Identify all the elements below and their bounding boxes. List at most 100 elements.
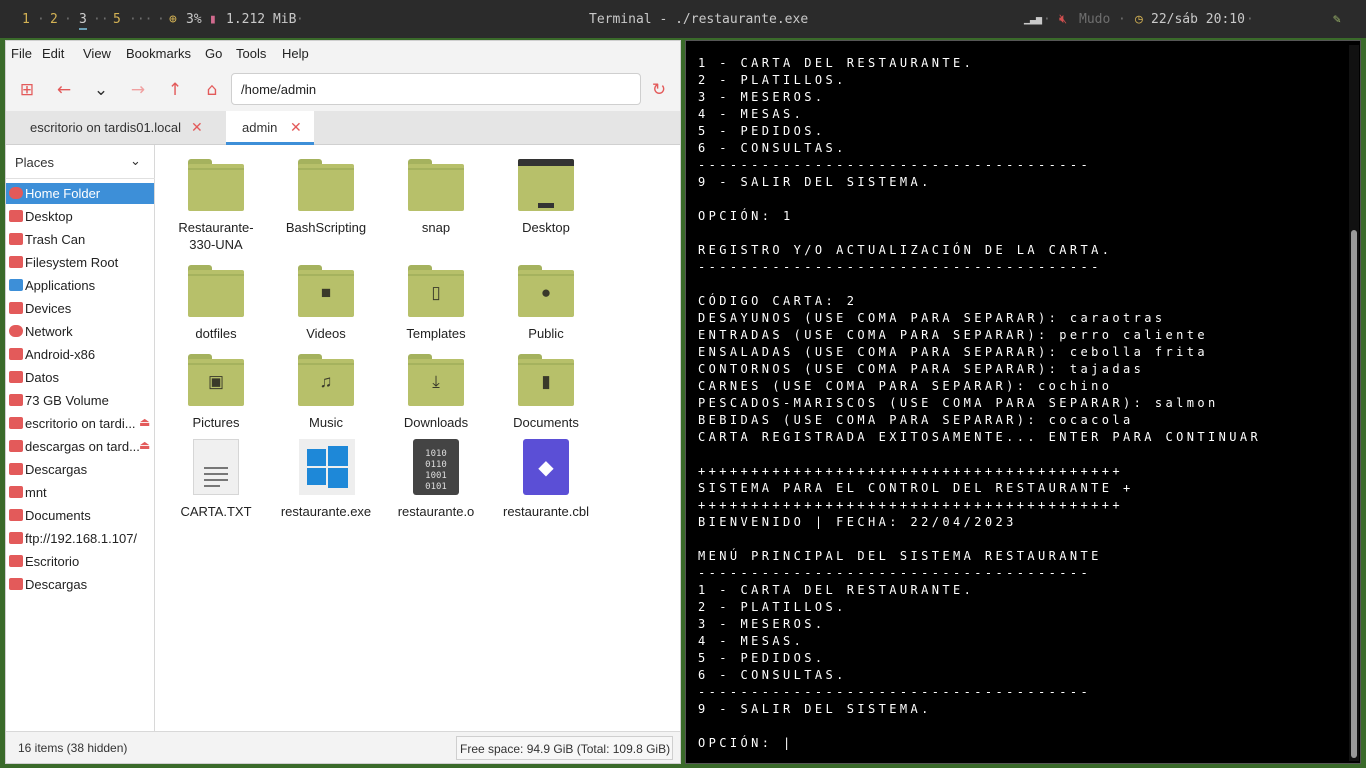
workspace-separator: · <box>64 12 72 27</box>
file-item[interactable]: ▮ Documents <box>491 350 601 450</box>
sidebar-item[interactable]: Descargas <box>6 574 154 595</box>
tab-escritorio[interactable]: escritorio on tardis01.local ✕ <box>6 111 224 145</box>
terminal-line: ++++++++++++++++++++++++++++++++++++++++ <box>698 498 1123 512</box>
scrollbar-thumb[interactable] <box>1351 230 1357 758</box>
menu-edit[interactable]: Edit <box>42 46 64 61</box>
history-chevron-icon[interactable]: ⌄ <box>90 79 112 101</box>
up-arrow-icon[interactable]: ↑ <box>164 79 186 101</box>
paperclip-icon[interactable]: ✎ <box>1333 12 1341 27</box>
places-sidebar: Places ⌄ Home Folder Desktop Trash Can File… <box>6 145 155 731</box>
terminal-line: CONTORNOS (USE COMA PARA SEPARAR): tajad… <box>698 362 1145 376</box>
menu-go[interactable]: Go <box>205 46 222 61</box>
sidebar-item[interactable]: mnt <box>6 482 154 503</box>
places-header[interactable]: Places ⌄ <box>6 145 155 179</box>
file-item[interactable]: ♫ Music <box>271 350 381 450</box>
file-item[interactable]: CARTA.TXT <box>161 439 271 539</box>
chevron-down-icon[interactable]: ⌄ <box>130 153 141 169</box>
drive-icon <box>9 348 23 360</box>
back-arrow-icon[interactable]: ← <box>53 79 75 101</box>
forward-arrow-icon[interactable]: → <box>127 79 149 101</box>
drive-icon <box>9 371 23 383</box>
file-item[interactable]: ■ Videos <box>271 261 381 361</box>
file-item[interactable]: ◆ restaurante.cbl <box>491 439 601 539</box>
sidebar-item[interactable]: Desktop <box>6 206 154 227</box>
sidebar-item[interactable]: descargas on tard... ⏏ <box>6 436 154 457</box>
file-item[interactable]: ⤓ Downloads <box>381 350 491 450</box>
file-item[interactable]: restaurante.exe <box>271 439 381 539</box>
close-tab-icon[interactable]: ✕ <box>290 119 302 136</box>
sidebar-item[interactable]: Android-x86 <box>6 344 154 365</box>
terminal-output[interactable]: 1 - CARTA DEL RESTAURANTE. 2 - PLATILLOS.… <box>698 55 1338 759</box>
sidebar-item[interactable]: Datos <box>6 367 154 388</box>
sidebar-item-label: ftp://192.168.1.107/ <box>25 531 138 546</box>
address-bar[interactable]: /home/admin <box>231 73 641 105</box>
menu-file[interactable]: File <box>11 46 32 61</box>
workspace-1[interactable]: 1 <box>22 12 30 27</box>
file-item[interactable]: Desktop <box>491 155 601 255</box>
terminal-line: 3 - MESEROS. <box>698 90 826 104</box>
menu-bookmarks[interactable]: Bookmarks <box>126 46 191 61</box>
tab-bar: escritorio on tardis01.local ✕ admin ✕ <box>6 111 680 145</box>
file-item[interactable]: Restaurante-330-UNA <box>161 155 271 255</box>
sidebar-item[interactable]: Home Folder <box>6 183 154 204</box>
tab-admin[interactable]: admin ✕ <box>226 111 314 145</box>
file-item[interactable]: snap <box>381 155 491 255</box>
top-panel: 1 · 2 · 3 ·· 5 ··· · ⊕ 3% ▮ 1.212 MiB · … <box>0 0 1366 38</box>
sidebar-item[interactable]: 73 GB Volume <box>6 390 154 411</box>
close-tab-icon[interactable]: ✕ <box>191 119 203 136</box>
file-item[interactable]: BashScripting <box>271 155 381 255</box>
tab-label: admin <box>242 120 278 135</box>
workspace-5[interactable]: 5 <box>113 12 121 27</box>
file-item[interactable]: ▣ Pictures <box>161 350 271 450</box>
terminal-line: 1 - CARTA DEL RESTAURANTE. <box>698 583 975 597</box>
status-bar: 16 items (38 hidden) Free space: 94.9 Gi… <box>6 731 680 763</box>
sidebar-item[interactable]: Applications <box>6 275 154 296</box>
file-item[interactable]: dotfiles <box>161 261 271 361</box>
terminal-window[interactable]: 1 - CARTA DEL RESTAURANTE. 2 - PLATILLOS.… <box>685 40 1361 764</box>
sidebar-item[interactable]: escritorio on tardi... ⏏ <box>6 413 154 434</box>
eject-icon[interactable]: ⏏ <box>139 438 150 452</box>
music-folder-icon: ♫ <box>298 354 354 406</box>
places-title: Places <box>15 155 55 170</box>
desktop-folder-icon <box>518 159 574 211</box>
sidebar-item[interactable]: Filesystem Root <box>6 252 154 273</box>
sidebar-item[interactable]: Escritorio <box>6 551 154 572</box>
folder-icon <box>9 509 23 521</box>
sidebar-item[interactable]: Documents <box>6 505 154 526</box>
sidebar-item[interactable]: ftp://192.168.1.107/ <box>6 528 154 549</box>
home-icon[interactable]: ⌂ <box>201 79 223 101</box>
file-item[interactable]: 1010 0110 1001 0101 restaurante.o <box>381 439 491 539</box>
terminal-line: CARNES (USE COMA PARA SEPARAR): cochino <box>698 379 1113 393</box>
sidebar-item-label: escritorio on tardi... <box>25 416 136 431</box>
sidebar-item[interactable]: Devices <box>6 298 154 319</box>
tab-label: escritorio on tardis01.local <box>30 120 182 135</box>
terminal-scrollbar[interactable] <box>1349 45 1359 761</box>
memory-icon: ▮ <box>209 12 217 27</box>
memory-usage: 1.212 MiB <box>226 12 297 27</box>
file-item[interactable]: ▯ Templates <box>381 261 491 361</box>
eject-icon[interactable]: ⏏ <box>139 415 150 429</box>
workspace-2[interactable]: 2 <box>50 12 58 27</box>
sidebar-item[interactable]: Descargas <box>6 459 154 480</box>
file-label: Desktop <box>522 220 570 235</box>
home-icon <box>9 187 23 199</box>
volume-label[interactable]: Mudo <box>1079 12 1110 27</box>
menu-help[interactable]: Help <box>282 46 309 61</box>
file-label: Documents <box>513 415 579 430</box>
new-tab-icon[interactable]: ⊞ <box>16 79 38 101</box>
menu-view[interactable]: View <box>83 46 111 61</box>
sidebar-item[interactable]: Network <box>6 321 154 342</box>
menu-tools[interactable]: Tools <box>236 46 266 61</box>
file-view: Restaurante-330-UNA BashScripting snap Desk… <box>156 145 680 731</box>
reload-icon[interactable]: ↻ <box>648 79 670 101</box>
file-item[interactable]: ● Public <box>491 261 601 361</box>
volume-muted-icon[interactable]: 🔇︎ <box>1059 12 1067 27</box>
sidebar-item-label: mnt <box>25 485 47 500</box>
folder-icon <box>9 256 23 268</box>
folder-icon <box>298 159 354 211</box>
clock[interactable]: 22/sáb 20:10 <box>1151 12 1245 27</box>
terminal-line: ++++++++++++++++++++++++++++++++++++++++ <box>698 464 1123 478</box>
workspace-3[interactable]: 3 <box>79 12 87 30</box>
sidebar-item[interactable]: Trash Can <box>6 229 154 250</box>
